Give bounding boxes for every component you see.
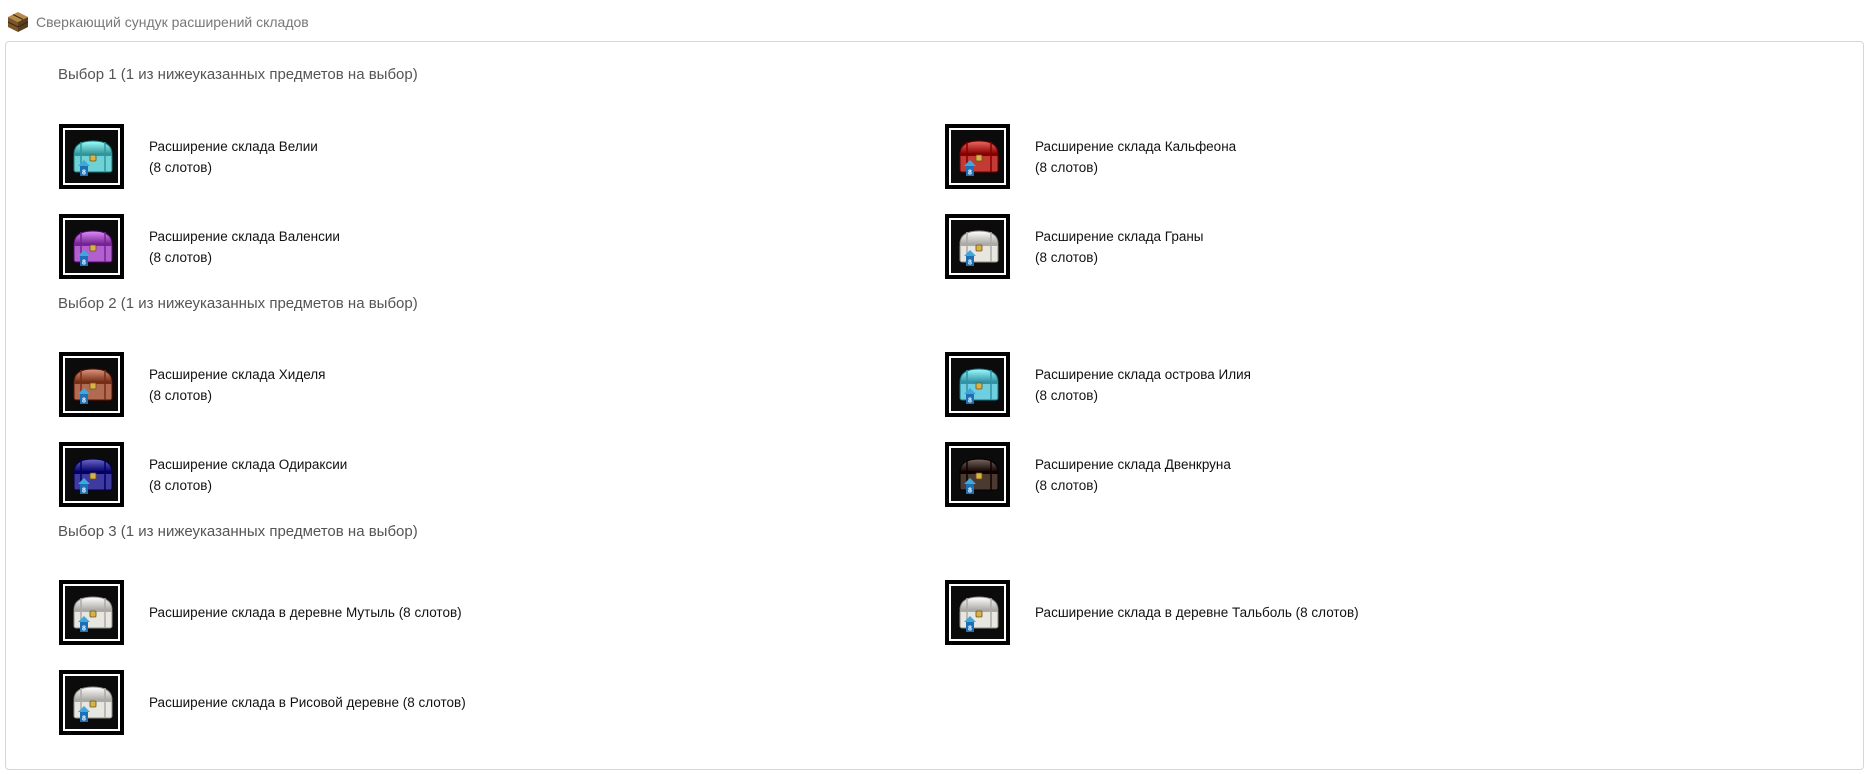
- item-name: Расширение склада Кальфеона: [1035, 138, 1237, 154]
- item-icon-frame: 8: [59, 124, 124, 189]
- reward-item[interactable]: 8 Расширение склада Хиделя (8 слотов): [59, 352, 325, 417]
- svg-text:8: 8: [82, 398, 86, 405]
- reward-item[interactable]: 8 Расширение склада в деревне Тальболь (…: [945, 580, 1359, 645]
- wooden-chest-icon: [7, 12, 29, 32]
- chest-icon: 8: [73, 458, 113, 495]
- item-slots: (8 слотов): [1035, 477, 1098, 493]
- chest-icon: 8: [959, 596, 999, 633]
- svg-text:8: 8: [968, 626, 972, 633]
- item-icon-frame: 8: [945, 214, 1010, 279]
- chest-icon: 8: [73, 686, 113, 723]
- rewards-panel: Выбор 1 (1 из нижеуказанных предметов на…: [5, 41, 1864, 770]
- item-slots: (8 слотов): [149, 387, 212, 403]
- chest-icon: 8: [73, 368, 113, 405]
- reward-item[interactable]: 8 Расширение склада Велии (8 слотов): [59, 124, 318, 189]
- item-icon-frame: 8: [59, 670, 124, 735]
- chest-icon: 8: [73, 140, 113, 177]
- svg-text:8: 8: [82, 260, 86, 267]
- chest-icon: 8: [959, 230, 999, 267]
- page-title: Сверкающий сундук расширений складов: [36, 14, 309, 30]
- item-icon-frame: 8: [59, 352, 124, 417]
- item-name: Расширение склада в деревне Мутыль (8 сл…: [149, 605, 462, 620]
- svg-text:8: 8: [82, 626, 86, 633]
- item-name: Расширение склада Одираксии: [149, 456, 348, 472]
- item-name: Расширение склада Валенсии: [149, 228, 340, 244]
- chest-icon: 8: [73, 230, 113, 267]
- svg-text:8: 8: [968, 488, 972, 495]
- item-slots: (8 слотов): [1035, 249, 1098, 265]
- svg-text:8: 8: [82, 716, 86, 723]
- item-name: Расширение склада Граны: [1035, 228, 1204, 244]
- reward-item[interactable]: 8 Расширение склада Одираксии (8 слотов): [59, 442, 347, 507]
- page-header: Сверкающий сундук расширений складов: [6, 9, 309, 35]
- item-name: Расширение склада в деревне Тальболь (8 …: [1035, 605, 1359, 620]
- item-name: Расширение склада Двенкруна: [1035, 456, 1231, 472]
- item-slots: (8 слотов): [149, 249, 212, 265]
- reward-item[interactable]: 8 Расширение склада Валенсии (8 слотов): [59, 214, 340, 279]
- item-icon-frame: 8: [945, 580, 1010, 645]
- item-name: Расширение склада Хиделя: [149, 366, 326, 382]
- item-name: Расширение склада Велии: [149, 138, 318, 154]
- chest-icon: 8: [959, 368, 999, 405]
- item-icon-frame: 8: [59, 442, 124, 507]
- svg-text:8: 8: [968, 398, 972, 405]
- section-title-2: Выбор 2 (1 из нижеуказанных предметов на…: [58, 295, 418, 312]
- svg-text:8: 8: [968, 260, 972, 267]
- item-slots: (8 слотов): [149, 159, 212, 175]
- item-icon-frame: 8: [945, 124, 1010, 189]
- reward-item[interactable]: 8 Расширение склада в Рисовой деревне (8…: [59, 670, 466, 735]
- item-name: Расширение склада острова Илия: [1035, 366, 1251, 382]
- item-icon-frame: 8: [59, 214, 124, 279]
- item-slots: (8 слотов): [149, 477, 212, 493]
- svg-text:8: 8: [968, 170, 972, 177]
- chest-icon: 8: [73, 596, 113, 633]
- chest-icon: 8: [959, 458, 999, 495]
- reward-item[interactable]: 8 Расширение склада острова Илия (8 слото…: [945, 352, 1251, 417]
- item-icon-frame: 8: [945, 352, 1010, 417]
- reward-item[interactable]: 8 Расширение склада в деревне Мутыль (8 …: [59, 580, 462, 645]
- item-icon-frame: 8: [945, 442, 1010, 507]
- section-title-1: Выбор 1 (1 из нижеуказанных предметов на…: [58, 66, 418, 83]
- svg-text:8: 8: [82, 170, 86, 177]
- reward-item[interactable]: 8 Расширение склада Кальфеона (8 слотов): [945, 124, 1236, 189]
- chest-icon: 8: [959, 140, 999, 177]
- section-title-3: Выбор 3 (1 из нижеуказанных предметов на…: [58, 523, 418, 540]
- item-icon-frame: 8: [59, 580, 124, 645]
- svg-text:8: 8: [82, 488, 86, 495]
- item-slots: (8 слотов): [1035, 387, 1098, 403]
- item-name: Расширение склада в Рисовой деревне (8 с…: [149, 695, 466, 710]
- reward-item[interactable]: 8 Расширение склада Двенкруна (8 слотов): [945, 442, 1231, 507]
- item-slots: (8 слотов): [1035, 159, 1098, 175]
- reward-item[interactable]: 8 Расширение склада Граны (8 слотов): [945, 214, 1204, 279]
